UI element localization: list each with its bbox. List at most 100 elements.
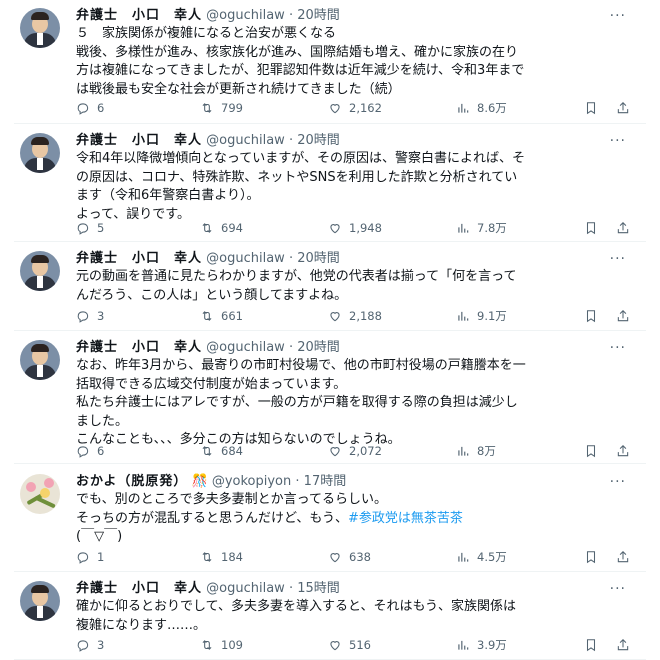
share-button[interactable] [616,307,630,325]
views-button[interactable]: 7.8万 [456,219,507,237]
reply-count: 1 [97,550,105,564]
more-options-icon[interactable]: ··· [610,340,626,356]
views-icon [456,444,470,458]
handle[interactable]: @oguchilaw [206,251,285,266]
dot-separator: · [288,8,294,23]
views-button[interactable]: 9.1万 [456,307,507,325]
display-name[interactable]: 弁護士 小口 幸人 [76,8,202,23]
text-line: 元の動画を普通に見たらわかりますが、他党の代表者は揃って「何を言って [76,269,517,284]
retweet-button[interactable]: 799 [200,99,243,117]
more-options-icon[interactable]: ··· [610,8,626,24]
reply-button[interactable]: 6 [76,99,104,117]
share-button[interactable] [616,548,630,566]
display-name[interactable]: 弁護士 小口 幸人 [76,133,202,148]
timestamp[interactable]: 15時間 [297,581,340,596]
share-icon [616,550,630,564]
views-icon [456,550,470,564]
retweet-button[interactable]: 694 [200,219,243,237]
reply-icon [76,444,90,458]
timestamp[interactable]: 20時間 [297,133,340,148]
share-button[interactable] [616,219,630,237]
share-button[interactable] [616,636,630,654]
retweet-button[interactable]: 184 [200,548,243,566]
timestamp[interactable]: 17時間 [304,474,347,489]
bookmark-button[interactable] [584,219,598,237]
share-button[interactable] [616,99,630,117]
reply-icon [76,101,90,115]
dot-separator: · [288,133,294,148]
reply-icon [76,221,90,235]
more-options-icon[interactable]: ··· [610,133,626,149]
handle[interactable]: @oguchilaw [206,340,285,355]
retweet-count: 184 [221,550,243,564]
retweet-count: 684 [221,444,243,458]
timestamp[interactable]: 20時間 [297,251,340,266]
reply-button[interactable]: 3 [76,636,104,654]
views-icon [456,309,470,323]
avatar[interactable] [20,8,60,48]
avatar[interactable] [20,581,60,621]
name-emoji: 🎊 [191,474,208,489]
like-button[interactable]: 2,072 [328,442,382,460]
more-options-icon[interactable]: ··· [610,251,626,267]
like-button[interactable]: 638 [328,548,371,566]
action-bar: 5 694 1,948 7.8万 [76,219,636,237]
tweet[interactable]: 弁護士 小口 幸人 @oguchilaw · 20時間 ··· 元の動画を普通に… [0,243,660,331]
like-button[interactable]: 2,188 [328,307,382,325]
text-line: ました。 [76,413,129,429]
reply-count: 6 [97,444,105,458]
reply-button[interactable]: 6 [76,442,104,460]
retweet-button[interactable]: 684 [200,442,243,460]
handle[interactable]: @oguchilaw [206,133,285,148]
retweet-icon [200,309,214,323]
views-button[interactable]: 8万 [456,442,496,460]
tweet[interactable]: 弁護士 小口 幸人 @oguchilaw · 20時間 ··· 令和4年以降微増… [0,125,660,242]
avatar[interactable] [20,251,60,291]
handle[interactable]: @oguchilaw [206,581,285,596]
tweet[interactable]: 弁護士 小口 幸人 @oguchilaw · 15時間 ··· 確かに仰るとおり… [0,573,660,660]
views-button[interactable]: 8.6万 [456,99,507,117]
tweet[interactable]: 弁護士 小口 幸人 @oguchilaw · 20時間 ··· なお、昨年3月か… [0,332,660,464]
views-button[interactable]: 4.5万 [456,548,507,566]
like-count: 2,072 [349,444,382,458]
avatar[interactable] [20,474,60,514]
timestamp[interactable]: 20時間 [297,8,340,23]
display-name[interactable]: 弁護士 小口 幸人 [76,340,202,355]
display-name[interactable]: 弁護士 小口 幸人 [76,581,202,596]
handle[interactable]: @oguchilaw [206,8,285,23]
share-button[interactable] [616,442,630,460]
text-line: 令和4年以降微増傾向となっていますが、その原因は、警察白書によれば、そ [76,151,525,166]
dot-separator: · [288,581,294,596]
timeline: 弁護士 小口 幸人 @oguchilaw · 20時間 ··· ５ 家族関係が複… [0,0,660,660]
like-button[interactable]: 516 [328,636,371,654]
more-options-icon[interactable]: ··· [610,581,626,597]
bookmark-button[interactable] [584,99,598,117]
avatar[interactable] [20,340,60,380]
hashtag-link[interactable]: #参政党は無茶苦茶 [348,511,463,526]
like-button[interactable]: 2,162 [328,99,382,117]
retweet-button[interactable]: 661 [200,307,243,325]
like-button[interactable]: 1,948 [328,219,382,237]
bookmark-button[interactable] [584,636,598,654]
reply-button[interactable]: 1 [76,548,104,566]
reply-button[interactable]: 5 [76,219,104,237]
views-button[interactable]: 3.9万 [456,636,507,654]
tweet-text: なお、昨年3月から、最寄りの市町村役場で、他の市町村役場の戸籍謄本を一 括取得で… [76,357,642,450]
tweet[interactable]: 弁護士 小口 幸人 @oguchilaw · 20時間 ··· ５ 家族関係が複… [0,0,660,124]
bookmark-button[interactable] [584,548,598,566]
avatar[interactable] [20,133,60,173]
tweet[interactable]: おかよ（脱原発） 🎊 @yokopiyon · 17時間 ··· でも、別のとこ… [0,466,660,572]
tweet-text: 確かに仰るとおりでして、多夫多妻を導入すると、それはもう、家族関係は 複雑になり… [76,598,642,635]
text-line: の原因は、コロナ、特殊詐欺、ネットやSNSを利用した詐欺と分析されてい [76,169,518,185]
bookmark-button[interactable] [584,307,598,325]
display-name[interactable]: 弁護士 小口 幸人 [76,251,202,266]
retweet-button[interactable]: 109 [200,636,243,654]
timestamp[interactable]: 20時間 [297,340,340,355]
reply-button[interactable]: 3 [76,307,104,325]
reply-icon [76,638,90,652]
more-options-icon[interactable]: ··· [610,474,626,490]
display-name[interactable]: おかよ（脱原発） [76,474,187,489]
share-icon [616,638,630,652]
handle[interactable]: @yokopiyon [212,474,291,489]
bookmark-button[interactable] [584,442,598,460]
